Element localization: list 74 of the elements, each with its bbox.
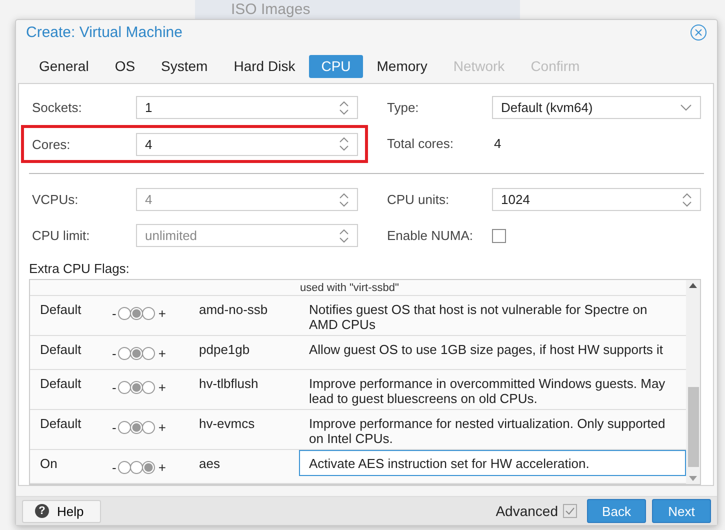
field-label: CPU units: (387, 192, 450, 208)
spinner-icon[interactable] (339, 100, 349, 116)
spinner-icon[interactable] (682, 192, 692, 208)
close-icon[interactable] (690, 24, 707, 42)
minus-sign: - (111, 346, 118, 362)
scrollbar[interactable] (686, 280, 700, 484)
flag-state: Default (39, 300, 82, 319)
radio-button[interactable] (130, 306, 144, 320)
flag-description: Improve performance for nested virtualization. Only supported on Intel CPUs. (308, 415, 666, 448)
radio-button[interactable] (118, 461, 132, 474)
caret-icon[interactable] (680, 104, 692, 112)
checkbox[interactable] (492, 228, 506, 243)
radio-button[interactable] (142, 421, 156, 434)
flag-name: aes (199, 455, 221, 474)
flag-state: On (39, 455, 58, 474)
radio-button[interactable] (130, 381, 144, 394)
type-dropdown[interactable]: Default (kvm64) (492, 96, 701, 120)
window-title: Create: Virtual Machine (26, 24, 182, 42)
flag-state: Default (39, 415, 82, 434)
plus-sign: + (157, 306, 167, 321)
tab[interactable]: General (27, 55, 101, 78)
scroll-up-icon[interactable] (689, 283, 697, 288)
section-label: Extra CPU Flags: (29, 261, 130, 276)
plus-sign: + (157, 420, 167, 436)
plus-sign: + (157, 346, 167, 362)
field-label: Type: (387, 100, 420, 116)
field-label: CPU limit: (32, 228, 91, 244)
radio-button[interactable] (118, 306, 132, 320)
field-label: Total cores: (387, 136, 454, 152)
tab[interactable]: OS (102, 55, 148, 78)
radio-button[interactable] (130, 347, 144, 360)
flag-description: Notifies guest OS that host is not vulnerable for Spectre on AMD CPUs (308, 300, 648, 334)
help-button[interactable]: ? Help (22, 500, 101, 523)
number-field[interactable]: 4 (136, 132, 358, 156)
field-label: Sockets: (32, 100, 83, 116)
radio-button[interactable] (142, 381, 156, 394)
tab[interactable]: Memory (364, 55, 440, 78)
flag-state: Default (39, 375, 82, 394)
minus-sign: - (111, 460, 118, 476)
field-label: Enable NUMA: (387, 228, 474, 244)
radio-button[interactable] (118, 347, 132, 360)
flag-description: Improve performance in overcommitted Windows guests. May lead to guest bluescreens on old CPUs. (308, 375, 666, 408)
radio-button[interactable] (142, 347, 156, 360)
tab[interactable]: Hard Disk (222, 55, 308, 78)
radio-button[interactable] (142, 306, 156, 320)
number-field[interactable]: 1 (136, 96, 358, 120)
advanced-checkbox[interactable] (563, 504, 577, 518)
radio-button[interactable] (142, 461, 156, 474)
tab[interactable]: System (149, 55, 220, 78)
radio-button[interactable] (118, 421, 132, 434)
minus-sign: - (111, 306, 118, 321)
flag-description: used with "virt-ssbd" (300, 282, 399, 295)
radio-button[interactable] (130, 421, 144, 434)
plus-sign: + (157, 460, 167, 476)
flag-description: Activate AES instruction set for HW acceleration. (299, 450, 686, 476)
field-label: VCPUs: (32, 192, 80, 208)
radio-button[interactable] (118, 381, 132, 394)
advanced-label: Advanced (496, 503, 558, 520)
flag-name: pdpe1gb (199, 341, 251, 360)
plus-sign: + (157, 380, 167, 396)
total-cores-value: 4 (493, 136, 502, 152)
scroll-down-icon[interactable] (689, 476, 697, 482)
minus-sign: - (111, 420, 118, 436)
minus-sign: - (111, 380, 118, 396)
radio-button[interactable] (130, 461, 144, 474)
flag-name: amd-no-ssb (199, 300, 269, 319)
number-field[interactable]: 1024 (492, 188, 701, 212)
flag-state: Default (39, 341, 82, 360)
flag-name: hv-evmcs (199, 415, 256, 434)
flag-name: hv-tlbflush (199, 375, 260, 394)
spinner-icon[interactable] (339, 136, 349, 152)
help-icon: ? (35, 504, 49, 518)
flag-description: Allow guest OS to use 1GB size pages, if host HW supports it (308, 341, 664, 360)
field-label: Cores: (32, 136, 72, 152)
